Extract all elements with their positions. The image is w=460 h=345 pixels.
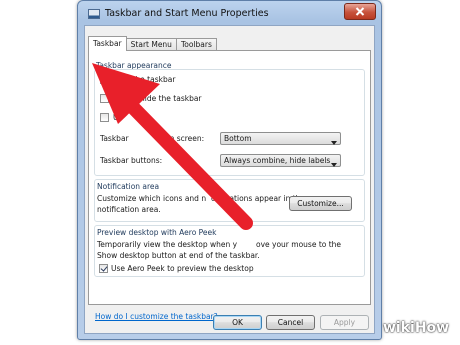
- chevron-down-icon: [331, 137, 337, 148]
- taskbar-location-label-start: Taskbar: [100, 134, 129, 143]
- taskbar-appearance-group: Lock the taskbar A hide the taskbar U Ta…: [94, 69, 365, 176]
- taskbar-tab-panel: Taskbar appearance Lock the taskbar A hi…: [88, 50, 371, 305]
- lock-taskbar-checkbox[interactable]: [100, 75, 109, 84]
- small-icons-checkbox[interactable]: [100, 113, 109, 122]
- aero-peek-heading: Preview desktop with Aero Peek: [97, 228, 217, 237]
- notification-text-start: Customize which icons and n: [97, 194, 207, 203]
- taskbar-buttons-label: Taskbar buttons:: [100, 156, 163, 165]
- wikihow-watermark: wikiHow: [383, 320, 449, 336]
- notification-text-line2: notification area.: [97, 205, 161, 214]
- customize-button[interactable]: Customize...: [289, 196, 352, 211]
- taskbar-location-value: Bottom: [224, 134, 252, 143]
- taskbar-buttons-value: Always combine, hide labels: [224, 156, 331, 165]
- dialog-client-area: Taskbar Start Menu Toolbars Taskbar appe…: [84, 25, 375, 334]
- autohide-label-start: A: [113, 94, 119, 103]
- lock-taskbar-label: Lock the taskbar: [113, 75, 176, 84]
- aero-peek-group: Preview desktop with Aero Peek Temporari…: [94, 225, 365, 277]
- help-link[interactable]: How do I customize the taskbar?: [95, 312, 218, 321]
- cancel-button[interactable]: Cancel: [266, 315, 315, 330]
- taskbar-location-label-end: on screen:: [165, 134, 205, 143]
- aero-peek-text-end: ove your mouse to the: [256, 240, 342, 249]
- close-icon: [355, 7, 365, 16]
- autohide-taskbar-checkbox[interactable]: [100, 94, 109, 103]
- aero-peek-text-line2: Show desktop button at end of the taskba…: [97, 251, 260, 260]
- taskbar-window-icon: [88, 9, 100, 19]
- apply-button[interactable]: Apply: [320, 315, 369, 330]
- taskbar-location-select[interactable]: Bottom: [220, 132, 341, 145]
- taskbar-buttons-select[interactable]: Always combine, hide labels: [220, 154, 341, 167]
- autohide-label-end: hide the taskbar: [140, 94, 202, 103]
- close-button[interactable]: [344, 3, 376, 20]
- small-icons-label-start: U: [113, 113, 119, 122]
- notification-area-heading: Notification area: [97, 182, 160, 191]
- notification-area-group: Notification area Customize which icons …: [94, 179, 365, 222]
- tab-strip: Taskbar Start Menu Toolbars: [88, 36, 217, 51]
- aero-peek-text-start: Temporarily view the desktop when y: [97, 240, 238, 249]
- tab-taskbar[interactable]: Taskbar: [88, 36, 127, 51]
- window-title: Taskbar and Start Menu Properties: [105, 8, 269, 19]
- watermark-wiki: wiki: [383, 320, 415, 336]
- aero-peek-checkbox-label: Use Aero Peek to preview the desktop: [111, 264, 254, 273]
- watermark-how: How: [414, 320, 450, 336]
- ok-button[interactable]: OK: [213, 315, 262, 330]
- properties-window: Taskbar and Start Menu Properties Taskba…: [77, 0, 382, 340]
- title-bar[interactable]: Taskbar and Start Menu Properties: [78, 1, 381, 27]
- chevron-down-icon: [331, 159, 337, 170]
- aero-peek-checkbox[interactable]: [99, 264, 108, 273]
